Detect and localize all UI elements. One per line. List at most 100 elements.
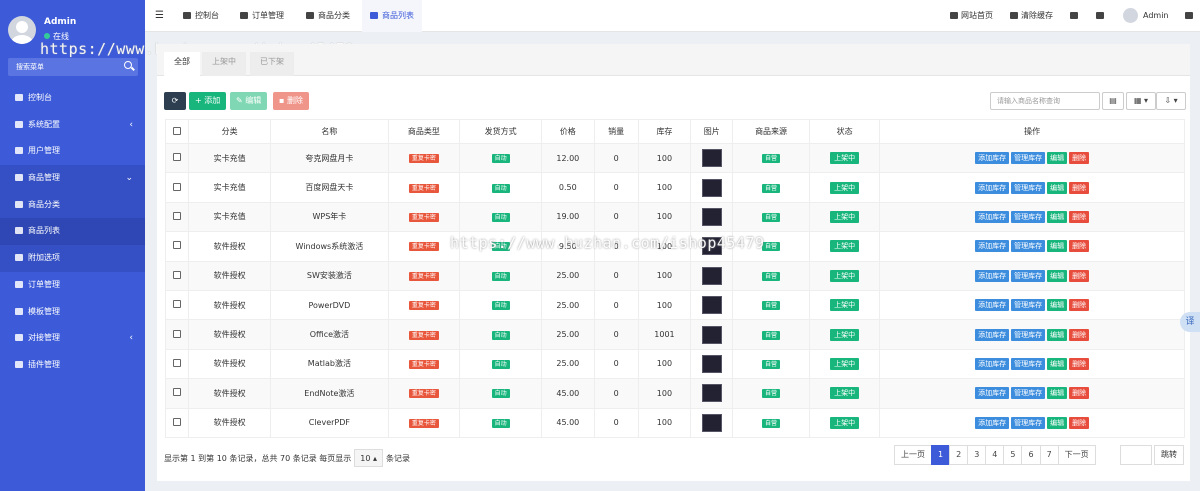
delete-row-button[interactable]: 删除 (1069, 152, 1090, 165)
edit-row-button[interactable]: 编辑 (1047, 240, 1068, 253)
add-stock-button[interactable]: 添加库存 (975, 357, 1010, 370)
edit-row-button[interactable]: 编辑 (1047, 416, 1068, 429)
translate-button[interactable]: 译 (1180, 312, 1200, 332)
row-checkbox[interactable] (173, 417, 182, 426)
sidebar-item[interactable]: 控制台 (0, 85, 145, 112)
sidebar-toggle[interactable]: ☰ (147, 0, 172, 32)
row-checkbox[interactable] (173, 182, 182, 191)
toggle-view-button[interactable]: ▤ (1102, 92, 1124, 110)
manage-stock-button[interactable]: 管理库存 (1011, 269, 1046, 282)
row-checkbox[interactable] (173, 300, 182, 309)
topnav-orders[interactable]: 订单管理 (232, 0, 292, 32)
topnav-product-list[interactable]: 商品列表 (362, 0, 422, 32)
page-button[interactable]: 7 (1039, 445, 1059, 465)
add-stock-button[interactable]: 添加库存 (975, 299, 1010, 312)
manage-stock-button[interactable]: 管理库存 (1011, 152, 1046, 165)
tab-off-sale[interactable]: 已下架 (250, 52, 294, 76)
edit-row-button[interactable]: 编辑 (1047, 328, 1068, 341)
menu-icon[interactable]: ☰ (155, 10, 164, 21)
search-icon[interactable] (124, 61, 132, 69)
status-badge[interactable]: 上架中 (830, 416, 860, 429)
row-checkbox[interactable] (173, 270, 182, 279)
row-checkbox[interactable] (173, 358, 182, 367)
status-badge[interactable]: 上架中 (830, 152, 860, 165)
product-thumbnail[interactable] (701, 266, 722, 285)
page-button[interactable]: 3 (967, 445, 987, 465)
product-thumbnail[interactable] (701, 325, 722, 344)
product-thumbnail[interactable] (701, 384, 722, 403)
row-checkbox[interactable] (173, 211, 182, 220)
manage-stock-button[interactable]: 管理库存 (1011, 181, 1046, 194)
site-home-link[interactable]: 网站首页 (950, 0, 993, 32)
edit-row-button[interactable]: 编辑 (1047, 210, 1068, 223)
sidebar-item[interactable]: 模板管理 (0, 299, 145, 326)
add-stock-button[interactable]: 添加库存 (975, 328, 1010, 341)
row-select-cell[interactable] (164, 289, 190, 321)
language-icon[interactable] (1070, 0, 1078, 32)
product-thumbnail[interactable] (701, 354, 722, 373)
select-all-checkbox[interactable] (173, 126, 182, 135)
refresh-button[interactable]: ⟳ (164, 92, 186, 110)
sidebar-item[interactable]: 订单管理 (0, 272, 145, 299)
product-thumbnail[interactable] (701, 149, 722, 168)
delete-button[interactable]: ▪ 删除 (273, 92, 309, 110)
row-select-cell[interactable] (164, 378, 190, 409)
add-stock-button[interactable]: 添加库存 (975, 269, 1010, 282)
row-checkbox[interactable] (173, 388, 182, 397)
delete-row-button[interactable]: 删除 (1069, 210, 1090, 223)
status-badge[interactable]: 上架中 (830, 299, 860, 312)
sidebar-item[interactable]: 商品列表 (0, 218, 145, 246)
status-badge[interactable]: 上架中 (830, 357, 860, 370)
select-all-header[interactable] (164, 119, 190, 144)
add-stock-button[interactable]: 添加库存 (975, 181, 1010, 194)
prev-page-button[interactable]: 上一页 (894, 445, 932, 465)
manage-stock-button[interactable]: 管理库存 (1011, 387, 1046, 400)
manage-stock-button[interactable]: 管理库存 (1011, 299, 1046, 312)
add-stock-button[interactable]: 添加库存 (975, 210, 1010, 223)
page-button[interactable]: 1 (931, 445, 951, 465)
next-page-button[interactable]: 下一页 (1057, 445, 1096, 465)
edit-row-button[interactable]: 编辑 (1047, 299, 1068, 312)
row-select-cell[interactable] (164, 407, 190, 438)
add-button[interactable]: + 添加 (189, 92, 227, 110)
row-select-cell[interactable] (164, 260, 190, 291)
product-thumbnail[interactable] (701, 178, 722, 197)
manage-stock-button[interactable]: 管理库存 (1011, 328, 1046, 341)
product-thumbnail[interactable] (701, 207, 722, 226)
edit-row-button[interactable]: 编辑 (1047, 387, 1068, 400)
edit-row-button[interactable]: 编辑 (1047, 152, 1068, 165)
row-select-cell[interactable] (164, 201, 190, 233)
status-badge[interactable]: 上架中 (830, 328, 860, 341)
sidebar-item[interactable]: 商品管理 ⌄ (0, 165, 145, 192)
delete-row-button[interactable]: 删除 (1069, 181, 1090, 194)
columns-button[interactable]: ▦ ▾ (1126, 92, 1156, 110)
topnav-dashboard[interactable]: 控制台 (175, 0, 227, 32)
row-select-cell[interactable] (164, 231, 190, 262)
add-stock-button[interactable]: 添加库存 (975, 152, 1010, 165)
sidebar-item[interactable]: 系统配置 ‹ (0, 112, 145, 139)
sidebar-item[interactable]: 用户管理 (0, 138, 145, 165)
product-thumbnail[interactable] (701, 296, 722, 315)
row-select-cell[interactable] (164, 142, 190, 174)
fullscreen-icon[interactable] (1096, 0, 1104, 32)
sidebar-item[interactable]: 附加选项 (0, 245, 145, 272)
status-badge[interactable]: 上架中 (830, 210, 860, 223)
row-checkbox[interactable] (173, 153, 182, 162)
clear-cache-link[interactable]: 清除缓存 (1010, 0, 1053, 32)
add-stock-button[interactable]: 添加库存 (975, 416, 1010, 429)
row-checkbox[interactable] (173, 329, 182, 338)
product-search-input[interactable]: 请输入商品名称查询 (990, 92, 1100, 110)
page-button[interactable]: 4 (985, 445, 1005, 465)
edit-row-button[interactable]: 编辑 (1047, 269, 1068, 282)
page-button[interactable]: 6 (1021, 445, 1041, 465)
product-thumbnail[interactable] (701, 413, 722, 432)
edit-button[interactable]: ✎ 编辑 (230, 92, 268, 110)
row-select-cell[interactable] (164, 319, 190, 350)
export-button[interactable]: ⇩ ▾ (1156, 92, 1186, 110)
sidebar-item[interactable]: 插件管理 (0, 352, 145, 379)
row-checkbox[interactable] (173, 241, 182, 250)
row-select-cell[interactable] (164, 172, 190, 203)
delete-row-button[interactable]: 删除 (1069, 328, 1090, 341)
edit-row-button[interactable]: 编辑 (1047, 357, 1068, 370)
sidebar-item[interactable]: 商品分类 (0, 191, 145, 219)
